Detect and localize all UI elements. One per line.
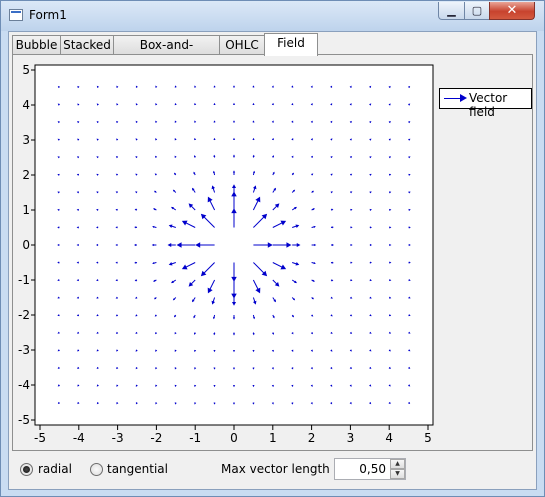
- y-tick-label: -5: [18, 413, 30, 427]
- y-tick-label: -3: [18, 343, 30, 357]
- x-tick-label: 5: [424, 431, 432, 445]
- client-area: Bubble Stacked Box-and-whiskers OHLC Fie…: [8, 31, 537, 490]
- spin-up-button[interactable]: ▲: [390, 459, 405, 469]
- close-button[interactable]: ✕: [489, 2, 535, 20]
- tab-stacked[interactable]: Stacked: [60, 35, 114, 55]
- y-tick-label: -4: [18, 378, 30, 392]
- window-title: Form1: [29, 8, 67, 22]
- x-tick-label: 3: [347, 431, 355, 445]
- form-icon[interactable]: [9, 9, 23, 21]
- maximize-button[interactable]: ▢: [464, 2, 490, 20]
- arrow-up-icon: ▲: [395, 460, 400, 467]
- x-tick-label: 0: [230, 431, 238, 445]
- y-tick-label: 4: [22, 98, 30, 112]
- y-tick-label: 2: [22, 168, 30, 182]
- x-tick-label: -2: [150, 431, 162, 445]
- x-tick-label: 1: [269, 431, 277, 445]
- max-vector-length-value[interactable]: 0,50: [335, 462, 386, 476]
- radial-label[interactable]: radial: [38, 462, 72, 476]
- title-bar[interactable]: Form1 ▁ ▢ ✕: [1, 1, 544, 31]
- tab-field[interactable]: Field: [264, 33, 318, 56]
- tab-box-and-whiskers[interactable]: Box-and-whiskers: [113, 35, 220, 71]
- x-tick-label: -5: [34, 431, 46, 445]
- y-axis: 5 4 3 2 1 0 -1 -2 -3 -4 -5: [18, 63, 35, 427]
- y-tick-label: -1: [18, 273, 30, 287]
- y-tick-label: 3: [22, 133, 30, 147]
- vector-field-chart: -5 -4 -3 -2 -1 0 1 2 3 4 5 5 4 3 2 1 0 -1 -2 -3 -4 -5: [18, 63, 434, 445]
- arrow-down-icon: ▼: [395, 470, 400, 477]
- radial-radio[interactable]: [20, 463, 33, 476]
- max-vector-length-label: Max vector length: [221, 462, 330, 476]
- x-tick-label: 2: [308, 431, 316, 445]
- max-vector-length-spinbox[interactable]: 0,50 ▲ ▼: [334, 458, 406, 480]
- legend-arrow-icon: [460, 94, 467, 102]
- close-icon: ✕: [506, 3, 518, 18]
- y-tick-label: -2: [18, 308, 30, 322]
- x-tick-label: -4: [73, 431, 85, 445]
- y-tick-label: 5: [22, 63, 30, 77]
- x-axis: -5 -4 -3 -2 -1 0 1 2 3 4 5: [34, 425, 432, 445]
- x-tick-label: -1: [189, 431, 201, 445]
- legend: Vector field: [439, 88, 532, 119]
- tangential-label[interactable]: tangential: [107, 462, 168, 476]
- tab-ohlc[interactable]: OHLC: [219, 35, 265, 55]
- y-tick-label: 1: [22, 203, 30, 217]
- minimize-button[interactable]: ▁: [438, 2, 465, 20]
- minimize-icon: ▁: [447, 4, 456, 17]
- x-tick-label: -3: [112, 431, 124, 445]
- tangential-radio[interactable]: [90, 463, 103, 476]
- controls-bar: radial tangential Max vector length 0,50…: [9, 452, 536, 489]
- maximize-icon: ▢: [471, 4, 483, 17]
- x-tick-label: 4: [385, 431, 393, 445]
- legend-label: Vector field: [469, 91, 508, 119]
- tab-bubble[interactable]: Bubble: [12, 35, 61, 55]
- y-tick-label: 0: [22, 238, 30, 252]
- plot-area: [34, 64, 434, 426]
- main-window: Form1 ▁ ▢ ✕ Bubble Stacked Box-and-whisk…: [0, 0, 545, 497]
- field-tab-page: -5 -4 -3 -2 -1 0 1 2 3 4 5 5 4 3 2 1 0 -1 -2 -3 -4 -5 Vector…: [12, 54, 533, 451]
- spin-down-button[interactable]: ▼: [390, 469, 405, 479]
